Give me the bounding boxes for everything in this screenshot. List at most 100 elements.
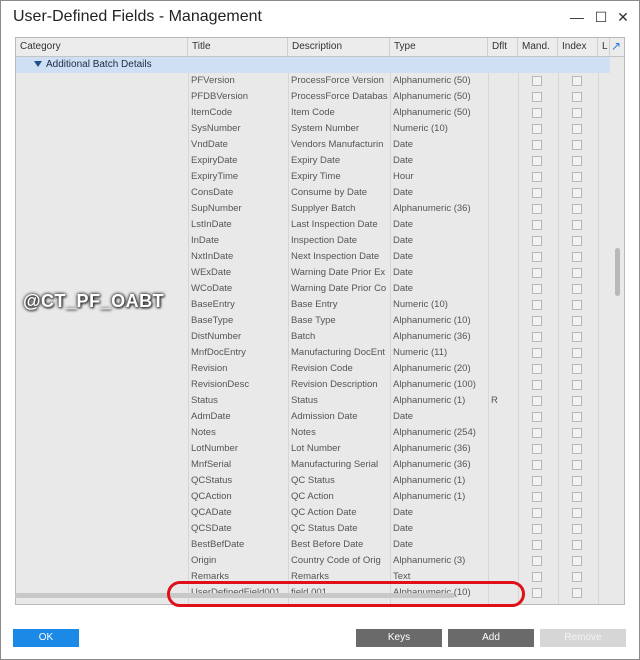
index-checkbox[interactable] bbox=[572, 236, 582, 246]
mandatory-checkbox[interactable] bbox=[532, 268, 542, 278]
mandatory-checkbox[interactable] bbox=[532, 348, 542, 358]
index-checkbox[interactable] bbox=[572, 524, 582, 534]
table-row[interactable]: SupNumber Supplyer Batch Alphanumeric (36) bbox=[16, 201, 610, 217]
col-index[interactable]: Index bbox=[558, 38, 598, 56]
table-row[interactable]: MnfSerial Manufacturing Serial Alphanumeri… bbox=[16, 457, 610, 473]
index-checkbox[interactable] bbox=[572, 284, 582, 294]
mandatory-checkbox[interactable] bbox=[532, 412, 542, 422]
ok-button[interactable]: OK bbox=[13, 629, 79, 647]
index-checkbox[interactable] bbox=[572, 540, 582, 550]
index-checkbox[interactable] bbox=[572, 268, 582, 278]
index-checkbox[interactable] bbox=[572, 92, 582, 102]
mandatory-checkbox[interactable] bbox=[532, 316, 542, 326]
mandatory-checkbox[interactable] bbox=[532, 236, 542, 246]
table-row[interactable]: PFDBVersion ProcessForce Databas Alphanume… bbox=[16, 89, 610, 105]
keys-button[interactable]: Keys bbox=[356, 629, 442, 647]
index-checkbox[interactable] bbox=[572, 76, 582, 86]
index-checkbox[interactable] bbox=[572, 508, 582, 518]
mandatory-checkbox[interactable] bbox=[532, 364, 542, 374]
index-checkbox[interactable] bbox=[572, 220, 582, 230]
index-checkbox[interactable] bbox=[572, 332, 582, 342]
mandatory-checkbox[interactable] bbox=[532, 140, 542, 150]
index-checkbox[interactable] bbox=[572, 412, 582, 422]
index-checkbox[interactable] bbox=[572, 380, 582, 390]
mandatory-checkbox[interactable] bbox=[532, 572, 542, 582]
mandatory-checkbox[interactable] bbox=[532, 172, 542, 182]
table-row[interactable]: DistNumber Batch Alphanumeric (36) bbox=[16, 329, 610, 345]
mandatory-checkbox[interactable] bbox=[532, 300, 542, 310]
table-row[interactable]: RevisionDesc Revision Description Alphanum… bbox=[16, 377, 610, 393]
mandatory-checkbox[interactable] bbox=[532, 380, 542, 390]
index-checkbox[interactable] bbox=[572, 316, 582, 326]
table-row[interactable]: LotNumber Lot Number Alphanumeric (36) bbox=[16, 441, 610, 457]
minimize-icon[interactable]: — bbox=[567, 7, 587, 27]
col-description[interactable]: Description bbox=[288, 38, 390, 56]
index-checkbox[interactable] bbox=[572, 188, 582, 198]
table-row[interactable]: PFVersion ProcessForce Version Alphanumeri… bbox=[16, 73, 610, 89]
table-row[interactable]: VndDate Vendors Manufacturin Date bbox=[16, 137, 610, 153]
table-row[interactable]: ItemCode Item Code Alphanumeric (50) bbox=[16, 105, 610, 121]
index-checkbox[interactable] bbox=[572, 156, 582, 166]
mandatory-checkbox[interactable] bbox=[532, 156, 542, 166]
table-row[interactable]: QCADate QC Action Date Date bbox=[16, 505, 610, 521]
table-row[interactable]: BestBefDate Best Before Date Date bbox=[16, 537, 610, 553]
vertical-scrollbar[interactable] bbox=[615, 248, 620, 296]
table-row[interactable]: ExpiryDate Expiry Date Date bbox=[16, 153, 610, 169]
category-row[interactable]: Additional Batch Details bbox=[16, 57, 610, 73]
index-checkbox[interactable] bbox=[572, 476, 582, 486]
table-row[interactable]: MnfDocEntry Manufacturing DocEnt Numeric (… bbox=[16, 345, 610, 361]
mandatory-checkbox[interactable] bbox=[532, 92, 542, 102]
index-checkbox[interactable] bbox=[572, 444, 582, 454]
table-row[interactable]: WExDate Warning Date Prior Ex Date bbox=[16, 265, 610, 281]
col-title[interactable]: Title bbox=[188, 38, 288, 56]
mandatory-checkbox[interactable] bbox=[532, 188, 542, 198]
maximize-icon[interactable]: ☐ bbox=[591, 7, 611, 27]
mandatory-checkbox[interactable] bbox=[532, 540, 542, 550]
col-category[interactable]: Category bbox=[16, 38, 188, 56]
index-checkbox[interactable] bbox=[572, 428, 582, 438]
index-checkbox[interactable] bbox=[572, 172, 582, 182]
expand-icon[interactable]: ↗ bbox=[609, 39, 623, 53]
mandatory-checkbox[interactable] bbox=[532, 396, 542, 406]
table-row[interactable]: NxtInDate Next Inspection Date Date bbox=[16, 249, 610, 265]
mandatory-checkbox[interactable] bbox=[532, 332, 542, 342]
table-row[interactable]: ExpiryTime Expiry Time Hour bbox=[16, 169, 610, 185]
mandatory-checkbox[interactable] bbox=[532, 220, 542, 230]
close-icon[interactable]: ✕ bbox=[613, 7, 633, 27]
index-checkbox[interactable] bbox=[572, 556, 582, 566]
mandatory-checkbox[interactable] bbox=[532, 556, 542, 566]
index-checkbox[interactable] bbox=[572, 348, 582, 358]
mandatory-checkbox[interactable] bbox=[532, 588, 542, 598]
index-checkbox[interactable] bbox=[572, 588, 582, 598]
index-checkbox[interactable] bbox=[572, 300, 582, 310]
index-checkbox[interactable] bbox=[572, 572, 582, 582]
index-checkbox[interactable] bbox=[572, 492, 582, 502]
table-row[interactable]: QCStatus QC Status Alphanumeric (1) bbox=[16, 473, 610, 489]
table-row[interactable]: BaseType Base Type Alphanumeric (10) bbox=[16, 313, 610, 329]
remove-button[interactable]: Remove bbox=[540, 629, 626, 647]
index-checkbox[interactable] bbox=[572, 124, 582, 134]
index-checkbox[interactable] bbox=[572, 460, 582, 470]
table-row[interactable]: Status Status Alphanumeric (1) R bbox=[16, 393, 610, 409]
add-button[interactable]: Add bbox=[448, 629, 534, 647]
mandatory-checkbox[interactable] bbox=[532, 508, 542, 518]
mandatory-checkbox[interactable] bbox=[532, 460, 542, 470]
table-row[interactable]: InDate Inspection Date Date bbox=[16, 233, 610, 249]
table-row[interactable]: ConsDate Consume by Date Date bbox=[16, 185, 610, 201]
col-dflt[interactable]: Dflt bbox=[488, 38, 518, 56]
index-checkbox[interactable] bbox=[572, 396, 582, 406]
table-row[interactable]: Revision Revision Code Alphanumeric (20) bbox=[16, 361, 610, 377]
mandatory-checkbox[interactable] bbox=[532, 284, 542, 294]
index-checkbox[interactable] bbox=[572, 204, 582, 214]
table-row[interactable]: Notes Notes Alphanumeric (254) bbox=[16, 425, 610, 441]
table-row[interactable]: AdmDate Admission Date Date bbox=[16, 409, 610, 425]
table-row[interactable]: LstInDate Last Inspection Date Date bbox=[16, 217, 610, 233]
table-row[interactable]: Origin Country Code of Orig Alphanumeric (… bbox=[16, 553, 610, 569]
index-checkbox[interactable] bbox=[572, 364, 582, 374]
mandatory-checkbox[interactable] bbox=[532, 444, 542, 454]
mandatory-checkbox[interactable] bbox=[532, 76, 542, 86]
table-row[interactable]: QCSDate QC Status Date Date bbox=[16, 521, 610, 537]
mandatory-checkbox[interactable] bbox=[532, 108, 542, 118]
index-checkbox[interactable] bbox=[572, 140, 582, 150]
mandatory-checkbox[interactable] bbox=[532, 204, 542, 214]
